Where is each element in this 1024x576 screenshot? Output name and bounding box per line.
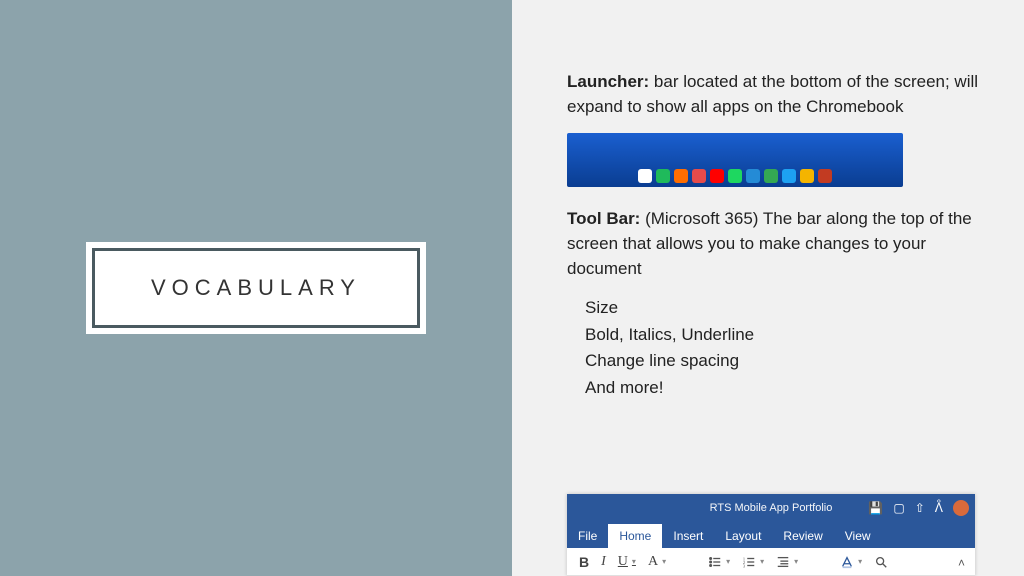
titlebar-right-icons: 💾 ▢ ⇧ ᐰ — [868, 500, 969, 516]
shelf-chrome-icon[interactable] — [638, 169, 652, 183]
shelf-files-icon[interactable] — [674, 169, 688, 183]
tab-view[interactable]: View — [834, 524, 882, 548]
bold-button[interactable]: B — [579, 554, 589, 570]
word-titlebar: RTS Mobile App Portfolio 💾 ▢ ⇧ ᐰ — [567, 494, 975, 522]
chromebook-shelf-image — [567, 133, 903, 187]
shelf-app4-icon[interactable] — [818, 169, 832, 183]
left-panel: VOCABULARY — [0, 0, 512, 576]
bullets-icon[interactable] — [708, 555, 730, 569]
avatar[interactable] — [953, 500, 969, 516]
indent-icon[interactable] — [776, 555, 798, 569]
toolbar-bullets: Size Bold, Italics, Underline Change lin… — [567, 295, 984, 400]
word-tabs: FileHomeInsertLayoutReviewView — [567, 522, 975, 548]
page-title: VOCABULARY — [151, 275, 361, 300]
shelf-icon-row — [638, 169, 832, 183]
bullet-spacing: Change line spacing — [585, 348, 984, 374]
launcher-definition: Launcher: bar located at the bottom of t… — [567, 70, 984, 119]
shelf-youtube-icon[interactable] — [710, 169, 724, 183]
styles-icon[interactable] — [840, 555, 862, 569]
underline-button[interactable]: U — [618, 554, 636, 570]
search-icon[interactable] — [874, 555, 888, 569]
share-icon[interactable]: ⇧ — [915, 501, 925, 515]
italic-button[interactable]: I — [601, 554, 606, 570]
shelf-app1-icon[interactable] — [746, 169, 760, 183]
title-card: VOCABULARY — [92, 248, 420, 328]
bullet-size: Size — [585, 295, 984, 321]
shelf-gmail-icon[interactable] — [692, 169, 706, 183]
expand-icon[interactable]: ˄ — [958, 556, 965, 570]
shelf-twitter-icon[interactable] — [782, 169, 796, 183]
svg-text:3: 3 — [743, 563, 746, 568]
tab-file[interactable]: File — [567, 524, 608, 548]
save-icon[interactable]: 💾 — [868, 501, 883, 515]
tab-insert[interactable]: Insert — [662, 524, 714, 548]
doc-title: RTS Mobile App Portfolio — [710, 502, 833, 514]
shelf-spotify-icon[interactable] — [728, 169, 742, 183]
shelf-app3-icon[interactable] — [800, 169, 814, 183]
toolbar-term: Tool Bar: — [567, 209, 640, 228]
tab-review[interactable]: Review — [772, 524, 833, 548]
font-button[interactable]: A — [648, 554, 666, 570]
word-ribbon-image: RTS Mobile App Portfolio 💾 ▢ ⇧ ᐰ FileHom… — [567, 494, 975, 576]
bullet-formatting: Bold, Italics, Underline — [585, 322, 984, 348]
launcher-term: Launcher: — [567, 72, 649, 91]
shelf-play-icon[interactable] — [656, 169, 670, 183]
read-icon[interactable]: ▢ — [893, 501, 904, 515]
shelf-app2-icon[interactable] — [764, 169, 778, 183]
bullet-more: And more! — [585, 375, 984, 401]
toolbar-definition: Tool Bar: (Microsoft 365) The bar along … — [567, 207, 984, 281]
word-toolbar: B I U A 123 ˄ — [567, 548, 975, 576]
account-icon[interactable]: ᐰ — [935, 501, 943, 515]
tab-home[interactable]: Home — [608, 524, 662, 548]
tab-layout[interactable]: Layout — [714, 524, 772, 548]
numbering-icon[interactable]: 123 — [742, 555, 764, 569]
right-panel: Launcher: bar located at the bottom of t… — [512, 0, 1024, 576]
